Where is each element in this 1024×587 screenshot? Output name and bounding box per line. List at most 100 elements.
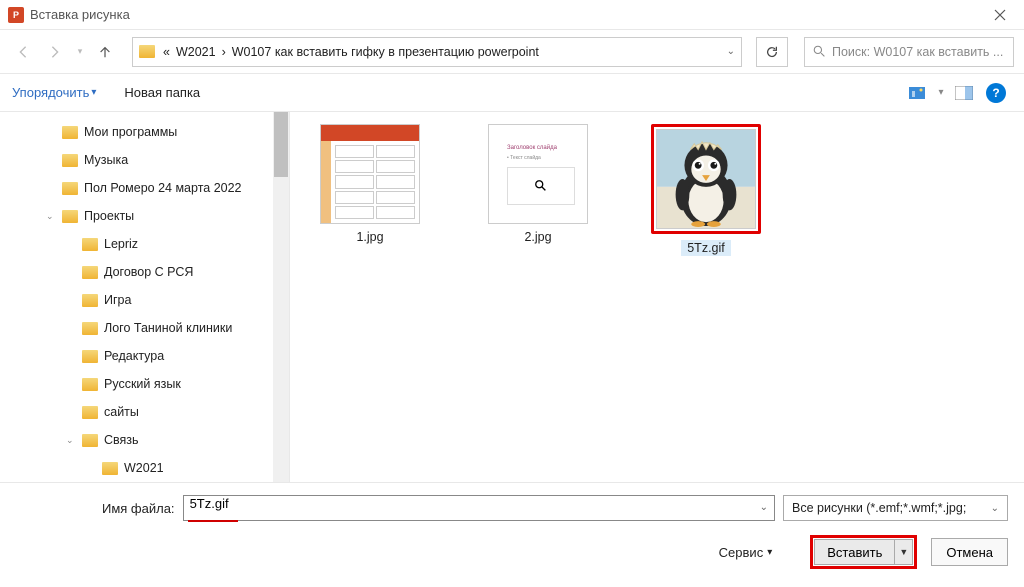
view-dropdown[interactable]: ▾ [934,80,948,106]
preview-pane-button[interactable] [948,80,980,106]
folder-icon [139,45,155,58]
crumb-prefix: « [163,45,170,59]
tree-item-label: Редактура [104,349,164,363]
tree-item[interactable]: ⌄Проекты [0,202,289,230]
magnifier-icon [534,179,548,193]
help-button[interactable]: ? [980,80,1012,106]
tools-label: Сервис [719,545,764,560]
file-item[interactable]: Заголовок слайда • Текст слайда 2.jpg [478,124,598,244]
insert-dropdown[interactable]: ▼ [895,539,913,565]
refresh-button[interactable] [756,37,788,67]
file-item[interactable]: 1.jpg [310,124,430,244]
new-folder-button[interactable]: Новая папка [124,85,200,100]
tree-item[interactable]: Игра [0,286,289,314]
search-icon [813,45,826,58]
app-icon: P [8,7,24,23]
titlebar: P Вставка рисунка [0,0,1024,30]
tree-item[interactable]: Lepriz [0,230,289,258]
organize-button[interactable]: Упорядочить ▾ [12,85,96,100]
chevron-icon: ⌄ [66,435,76,446]
preview-pane-icon [955,86,973,100]
picture-view-icon [909,86,927,100]
filename-input[interactable]: 5Tz.gif ⌄ [183,495,775,521]
tree-item[interactable]: Музыка [0,146,289,174]
folder-icon [82,378,98,391]
chevron-down-icon: ⌄ [991,503,999,514]
tree-item-label: Lepriz [104,237,138,251]
penguin-icon [657,129,755,229]
nav-bar: ▾ « W2021 › W0107 как вставить гифку в п… [0,30,1024,74]
breadcrumb-item[interactable]: W0107 как вставить гифку в презентацию p… [232,45,539,59]
view-button[interactable] [902,80,934,106]
folder-icon [62,154,78,167]
tree-item-label: Пол Ромеро 24 марта 2022 [84,181,242,195]
chevron-down-icon: ▾ [767,547,772,558]
close-button[interactable] [980,0,1020,30]
folder-icon [62,182,78,195]
highlight-annotation: Вставить ▼ [810,535,917,569]
insert-label: Вставить [827,545,882,560]
recent-dropdown[interactable]: ▾ [74,39,86,65]
folder-icon [62,126,78,139]
file-list: 1.jpg Заголовок слайда • Текст слайда 2.… [290,112,1024,482]
filetype-filter[interactable]: Все рисунки (*.emf;*.wmf;*.jpg; ⌄ [783,495,1008,521]
tree-item[interactable]: Мои программы [0,118,289,146]
search-placeholder: Поиск: W0107 как вставить ... [832,45,1003,59]
chevron-right-icon: › [222,45,226,59]
scrollbar-thumb[interactable] [274,112,288,177]
tree-item[interactable]: W2021 [0,454,289,482]
tree-item-label: Мои программы [84,125,177,139]
window-title: Вставка рисунка [30,7,980,22]
chevron-down-icon[interactable]: ⌄ [760,502,768,513]
tree-item-label: Музыка [84,153,128,167]
folder-icon [102,462,118,475]
tree-item[interactable]: ⌄Связь [0,426,289,454]
scrollbar[interactable] [273,112,289,482]
tree-item[interactable]: Пол Ромеро 24 марта 2022 [0,174,289,202]
insert-button[interactable]: Вставить [814,539,895,565]
tree-item[interactable]: Редактура [0,342,289,370]
cancel-button[interactable]: Отмена [931,538,1008,566]
folder-icon [82,294,98,307]
file-thumbnail [656,129,756,229]
chevron-icon: ⌄ [46,211,56,222]
up-button[interactable] [92,39,118,65]
chevron-down-icon[interactable]: ⌄ [727,46,735,57]
folder-icon [82,434,98,447]
close-icon [994,9,1006,21]
folder-icon [62,210,78,223]
arrow-left-icon [16,45,30,59]
chevron-down-icon: ▾ [91,87,96,98]
tree-item-label: сайты [104,405,139,419]
folder-icon [82,238,98,251]
back-button[interactable] [10,39,36,65]
breadcrumb-item[interactable]: W2021 [176,45,216,59]
tree-item[interactable]: Договор С РСЯ [0,258,289,286]
tools-button[interactable]: Сервис ▾ [719,545,773,560]
arrow-up-icon [98,45,112,59]
forward-button[interactable] [42,39,68,65]
address-bar[interactable]: « W2021 › W0107 как вставить гифку в пре… [132,37,742,67]
toolbar: Упорядочить ▾ Новая папка ▾ ? [0,74,1024,112]
folder-icon [82,322,98,335]
highlight-annotation [188,520,238,522]
file-name: 1.jpg [356,230,383,244]
organize-label: Упорядочить [12,85,89,100]
tree-item[interactable]: Лого Таниной клиники [0,314,289,342]
file-name: 2.jpg [524,230,551,244]
tree-item[interactable]: сайты [0,398,289,426]
file-thumbnail: Заголовок слайда • Текст слайда [488,124,588,224]
file-item-selected[interactable]: 5Tz.gif [646,124,766,256]
search-input[interactable]: Поиск: W0107 как вставить ... [804,37,1014,67]
filename-value: 5Tz.gif [190,496,229,511]
help-icon: ? [986,83,1006,103]
folder-icon [82,350,98,363]
tree-item-label: W2021 [124,461,164,475]
tree-item[interactable]: Русский язык [0,370,289,398]
breadcrumb: « W2021 › W0107 как вставить гифку в пре… [163,45,727,59]
tree-item-label: Русский язык [104,377,181,391]
tree-item-label: Игра [104,293,131,307]
filename-label: Имя файла: [102,501,175,516]
folder-icon [82,406,98,419]
refresh-icon [765,45,779,59]
